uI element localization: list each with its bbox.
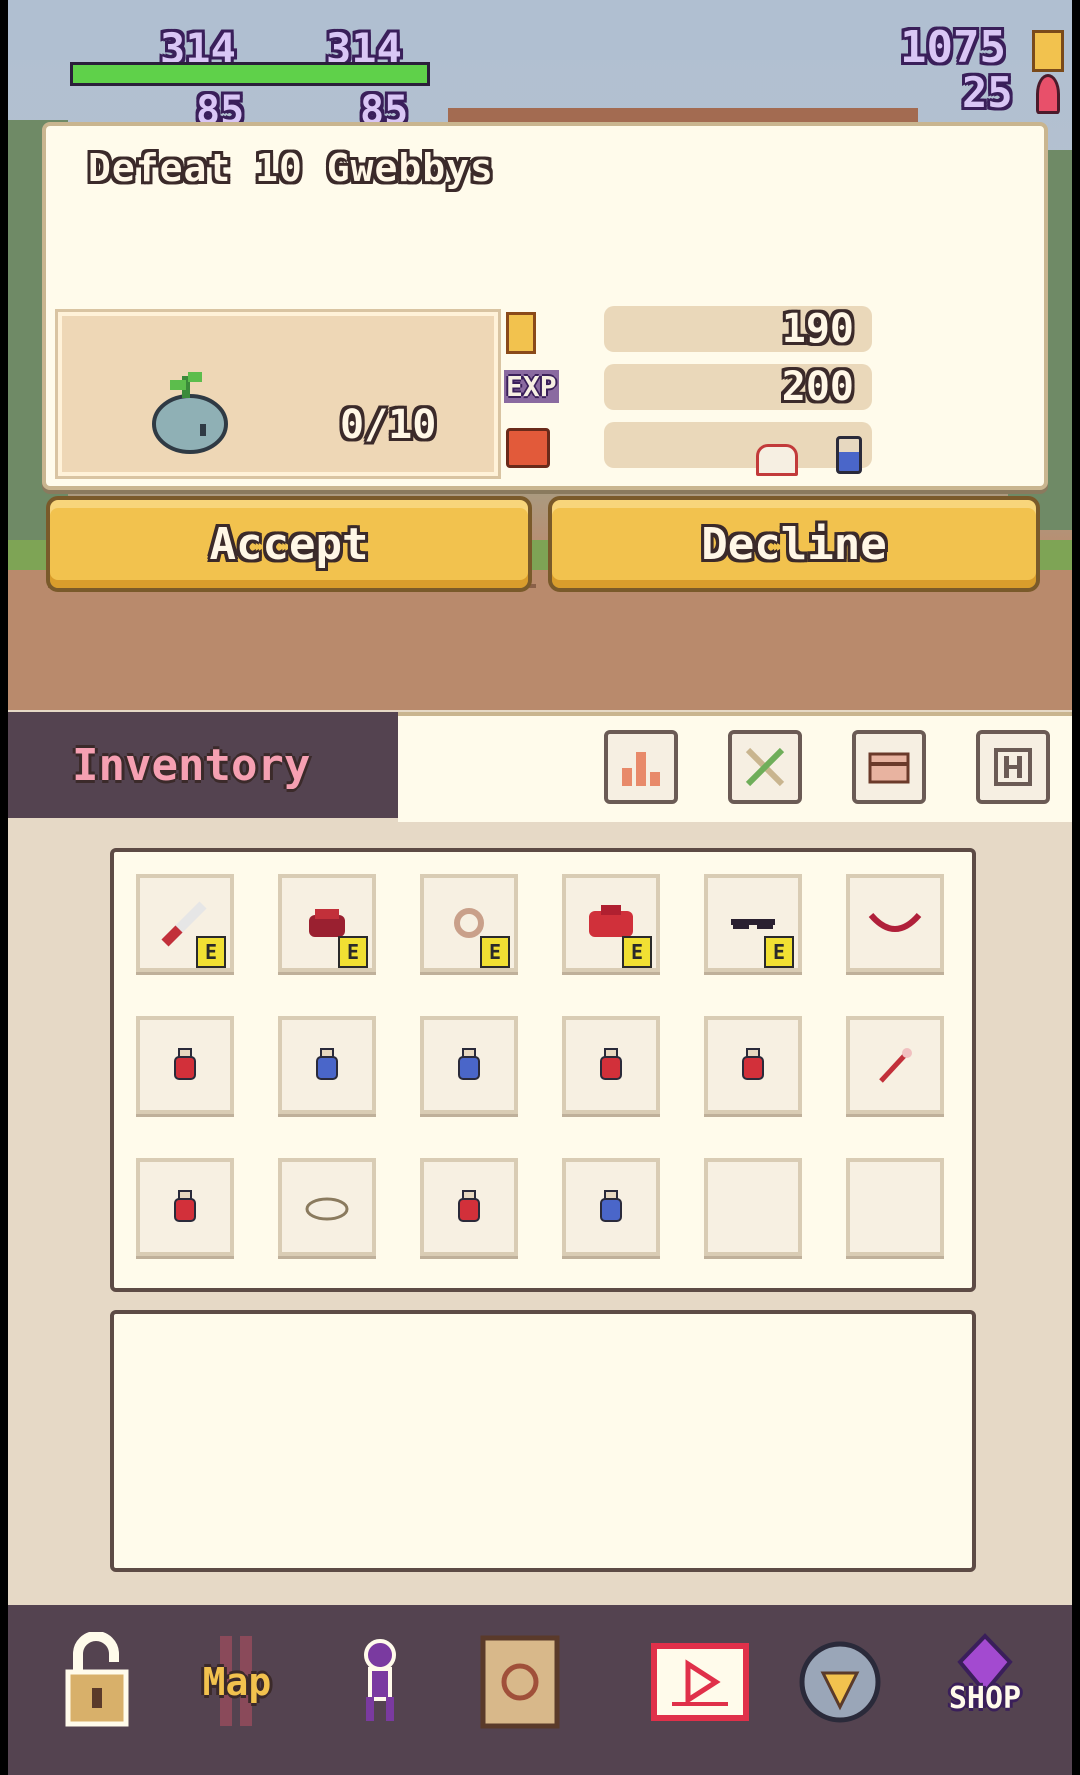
equipped-badge: E [196, 936, 226, 968]
equipped-badge: E [338, 936, 368, 968]
inventory-title: Inventory [72, 740, 311, 791]
bread-icon [305, 1197, 349, 1221]
h-tab-icon [994, 748, 1032, 786]
gold-amount: 1075 [900, 22, 1006, 73]
red-potion-icon [458, 1190, 480, 1222]
inventory-slot[interactable] [704, 1016, 802, 1114]
red-potion-icon [174, 1190, 196, 1222]
inventory-slot[interactable]: E [704, 874, 802, 972]
lock-icon [65, 1632, 129, 1727]
character-icon [364, 1639, 396, 1721]
inventory-slot[interactable] [278, 1158, 376, 1256]
coin-icon [1032, 30, 1064, 72]
blue-potion-icon [600, 1190, 622, 1222]
red-potion-icon [174, 1048, 196, 1080]
wand-icon [879, 1048, 912, 1083]
character-button[interactable] [330, 1632, 430, 1732]
video-ad-icon [651, 1643, 749, 1721]
inventory-slot[interactable]: E [420, 874, 518, 972]
map-button[interactable]: Map [182, 1632, 292, 1732]
lock-button[interactable] [46, 1632, 146, 1732]
helmet-icon [756, 444, 798, 476]
potion-icon [836, 436, 862, 474]
h-tab[interactable] [976, 730, 1050, 804]
shop-button[interactable]: SHOP [930, 1632, 1040, 1732]
inventory-slot[interactable] [704, 1158, 802, 1256]
inventory-slot[interactable] [136, 1016, 234, 1114]
quest-scroll-icon [480, 1635, 560, 1729]
chest-tab[interactable] [852, 730, 926, 804]
stats-tab[interactable] [604, 730, 678, 804]
gem-icon [1036, 74, 1060, 114]
gwebby-slime-icon [152, 372, 228, 454]
item-reward-bar [604, 422, 872, 468]
item-description-box [110, 1310, 976, 1572]
video-ad-button[interactable] [650, 1632, 750, 1732]
quest-target-box [55, 309, 501, 479]
inventory-slot[interactable]: E [278, 874, 376, 972]
coin-icon [506, 312, 536, 354]
red-potion-icon [600, 1048, 622, 1080]
quest-title: Defeat 10 Gwebbys [88, 146, 494, 190]
inventory-slot[interactable] [562, 1016, 660, 1114]
blue-potion-icon [316, 1048, 338, 1080]
gem-amount: 25 [962, 68, 1013, 117]
equipped-badge: E [480, 936, 510, 968]
exp-label: EXP [504, 370, 559, 403]
exp-reward-value: 200 [781, 364, 854, 410]
blue-potion-icon [458, 1048, 480, 1080]
inventory-slot[interactable]: E [562, 874, 660, 972]
accept-button[interactable]: Accept [46, 496, 532, 592]
shop-label: SHOP [948, 1680, 1022, 1716]
hp-bar [70, 62, 430, 86]
inventory-slot[interactable] [278, 1016, 376, 1114]
inventory-slot[interactable] [846, 1016, 944, 1114]
red-potion-icon [742, 1048, 764, 1080]
gold-reward-value: 190 [781, 306, 854, 352]
equipped-badge: E [764, 936, 794, 968]
drill-button[interactable] [790, 1632, 890, 1732]
decline-button[interactable]: Decline [548, 496, 1040, 592]
quest-progress: 0/10 [340, 402, 437, 448]
equipped-badge: E [622, 936, 652, 968]
drill-icon [799, 1641, 881, 1723]
inventory-slot[interactable] [562, 1158, 660, 1256]
inventory-slot[interactable] [136, 1158, 234, 1256]
stats-tab-icon [622, 752, 660, 786]
bow-icon [868, 912, 922, 932]
inventory-slot[interactable] [420, 1158, 518, 1256]
chest-tab-icon [868, 752, 910, 784]
equipment-tab[interactable] [728, 730, 802, 804]
equipment-tab-icon [745, 747, 785, 787]
inventory-slot[interactable]: E [136, 874, 234, 972]
inventory-slot[interactable] [846, 874, 944, 972]
hp-bar-fill [73, 65, 427, 83]
inventory-slot[interactable] [846, 1158, 944, 1256]
quest-log-button[interactable] [470, 1632, 570, 1732]
map-label: Map [202, 1660, 272, 1704]
inventory-slot[interactable] [420, 1016, 518, 1114]
chest-icon [506, 428, 550, 468]
